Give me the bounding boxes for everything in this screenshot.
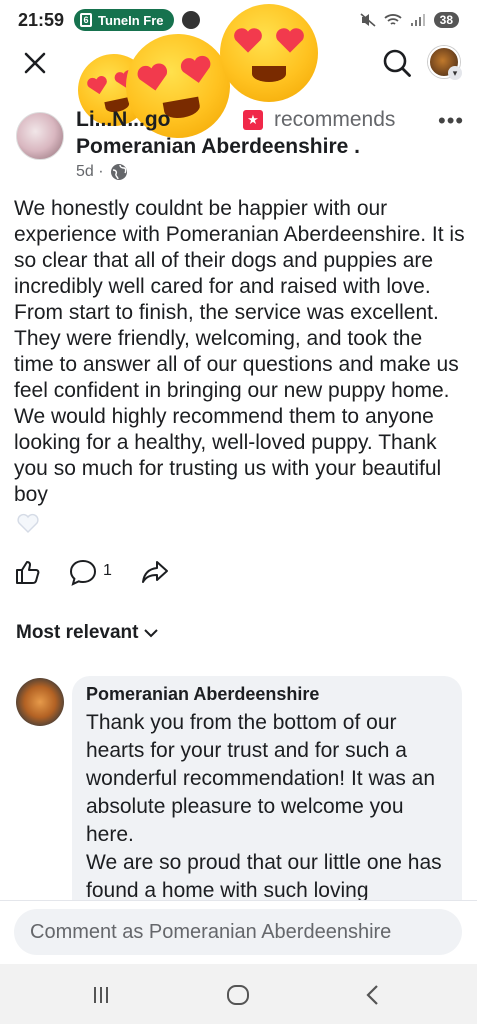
comment-text: Thank you from the bottom of our hearts … <box>86 711 442 902</box>
comment-author-name[interactable]: Pomeranian Aberdeenshire <box>86 684 448 705</box>
comment-author-avatar[interactable] <box>16 678 64 726</box>
heart-eye-icon <box>180 55 211 83</box>
status-time: 21:59 <box>18 9 65 30</box>
search-icon[interactable] <box>380 46 414 80</box>
like-icon[interactable] <box>14 558 42 586</box>
status-icons: 38 <box>360 12 459 28</box>
close-icon[interactable] <box>20 48 50 78</box>
heart-eye-icon <box>137 63 168 91</box>
android-nav-bar <box>0 964 477 1024</box>
chevron-down-icon: ▾ <box>448 66 462 80</box>
tunein-pill[interactable]: 6 TuneIn Fre <box>74 9 174 31</box>
post-author-name[interactable]: Li...N...go <box>76 108 171 132</box>
heart-eye-icon <box>276 28 304 53</box>
post-body-text: We honestly couldnt be happier with our … <box>14 197 465 506</box>
post-author-avatar[interactable] <box>16 112 64 160</box>
tunein-label: TuneIn Fre <box>98 12 164 28</box>
wifi-icon <box>384 14 402 25</box>
heart-eye-icon <box>87 76 107 95</box>
recommends-label: recommends <box>274 108 396 131</box>
mute-icon <box>360 13 376 27</box>
nav-home-icon[interactable] <box>223 980 253 1010</box>
nav-back-icon[interactable] <box>358 980 388 1010</box>
heart-eye-icon <box>234 28 262 53</box>
recommend-star-icon: ★ <box>243 110 263 130</box>
post-actions: 1 <box>0 556 477 592</box>
post-meta: 5d · <box>76 163 128 181</box>
post-age: 5d · <box>76 163 104 180</box>
battery-indicator: 38 <box>433 12 459 28</box>
nav-recents-icon[interactable] <box>86 980 116 1010</box>
chevron-down-icon <box>144 629 159 638</box>
comment-sort-dropdown[interactable]: Most relevant <box>16 622 159 644</box>
comment-composer-bar <box>0 900 477 962</box>
profile-avatar[interactable]: ▾ <box>428 46 462 80</box>
comment-count: 1 <box>103 562 112 579</box>
heart-eyes-emoji <box>220 4 318 102</box>
comment-icon[interactable] <box>68 558 98 586</box>
recommended-page-name[interactable]: Pomeranian Aberdeenshire . <box>76 135 360 159</box>
signal-icon <box>410 14 425 26</box>
share-icon[interactable] <box>140 558 170 586</box>
comment-input[interactable] <box>14 909 462 955</box>
comment-sort-label: Most relevant <box>16 622 139 643</box>
globe-icon <box>110 164 127 180</box>
emoji-mouth <box>252 66 286 82</box>
comment-bubble: Pomeranian Aberdeenshire Thank you from … <box>72 676 462 936</box>
more-icon[interactable]: ••• <box>438 108 464 134</box>
tunein-icon: 6 <box>80 13 93 27</box>
white-heart-icon <box>17 513 39 533</box>
messenger-icon <box>181 11 200 29</box>
